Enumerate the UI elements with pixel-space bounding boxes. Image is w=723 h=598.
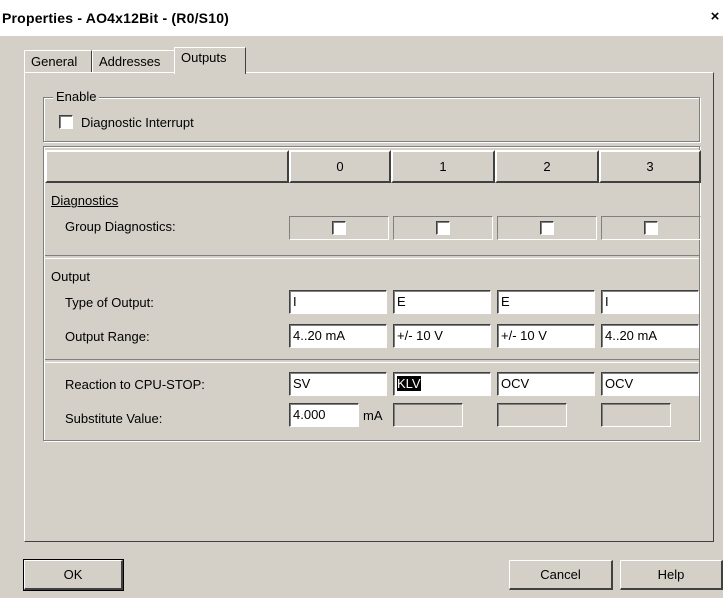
reaction-field-1[interactable]: KLV bbox=[393, 372, 491, 396]
substitute-value-field-3 bbox=[601, 403, 671, 427]
diagnostic-interrupt-checkbox[interactable] bbox=[59, 115, 73, 129]
group-diagnostics-cell-0 bbox=[289, 216, 389, 240]
table-header-corner bbox=[45, 150, 289, 183]
output-range-field-2[interactable]: +/- 10 V bbox=[497, 324, 595, 348]
cancel-button[interactable]: Cancel bbox=[509, 560, 613, 590]
channel-header-2: 2 bbox=[495, 150, 599, 183]
reaction-field-2[interactable]: OCV bbox=[497, 372, 595, 396]
output-range-field-0[interactable]: 4..20 mA bbox=[289, 324, 387, 348]
title-bar: Properties - AO4x12Bit - (R0/S10) × bbox=[0, 0, 723, 36]
type-of-output-field-3[interactable]: I bbox=[601, 290, 699, 314]
window-title: Properties - AO4x12Bit - (R0/S10) bbox=[2, 10, 230, 26]
channel-header-3: 3 bbox=[599, 150, 701, 183]
divider bbox=[45, 255, 699, 259]
group-diagnostics-cell-3 bbox=[601, 216, 701, 240]
divider bbox=[45, 359, 699, 363]
reaction-field-0[interactable]: SV bbox=[289, 372, 387, 396]
diagnostic-interrupt-label: Diagnostic Interrupt bbox=[81, 115, 194, 130]
substitute-value-field-0[interactable]: 4.000 bbox=[289, 403, 359, 427]
channel-header-1: 1 bbox=[391, 150, 495, 183]
substitute-value-field-2 bbox=[497, 403, 567, 427]
reaction-to-cpu-stop-label: Reaction to CPU-STOP: bbox=[65, 377, 205, 392]
tab-outputs[interactable]: Outputs bbox=[174, 47, 246, 74]
output-range-field-3[interactable]: 4..20 mA bbox=[601, 324, 699, 348]
reaction-field-3[interactable]: OCV bbox=[601, 372, 699, 396]
type-of-output-field-2[interactable]: E bbox=[497, 290, 595, 314]
diagnostics-section-label: Diagnostics bbox=[51, 193, 119, 208]
group-diagnostics-checkbox-3[interactable] bbox=[644, 221, 658, 235]
substitute-value-field-1 bbox=[393, 403, 463, 427]
group-diagnostics-cell-1 bbox=[393, 216, 493, 240]
output-range-label: Output Range: bbox=[65, 329, 150, 344]
ok-button[interactable]: OK bbox=[23, 559, 124, 591]
group-diagnostics-cell-2 bbox=[497, 216, 597, 240]
tab-addresses[interactable]: Addresses bbox=[92, 50, 184, 73]
substitute-value-label: Substitute Value: bbox=[65, 411, 163, 426]
group-diagnostics-checkbox-1[interactable] bbox=[436, 221, 450, 235]
output-section-label: Output bbox=[51, 269, 91, 284]
group-diagnostics-checkbox-2[interactable] bbox=[540, 221, 554, 235]
help-button[interactable]: Help bbox=[620, 560, 723, 590]
type-of-output-field-1[interactable]: E bbox=[393, 290, 491, 314]
group-diagnostics-label: Group Diagnostics: bbox=[65, 219, 176, 234]
outputs-panel: Enable Diagnostic Interrupt 0 1 2 3 Diag… bbox=[24, 72, 714, 542]
substitute-unit-label: mA bbox=[363, 408, 383, 423]
tab-general[interactable]: General bbox=[24, 50, 92, 73]
output-range-field-1[interactable]: +/- 10 V bbox=[393, 324, 491, 348]
close-icon[interactable]: × bbox=[707, 9, 723, 26]
type-of-output-field-0[interactable]: I bbox=[289, 290, 387, 314]
type-of-output-label: Type of Output: bbox=[65, 295, 154, 310]
reaction-field-1-selected-text: KLV bbox=[397, 376, 421, 391]
channel-header-0: 0 bbox=[289, 150, 391, 183]
enable-legend: Enable bbox=[53, 89, 100, 104]
group-diagnostics-checkbox-0[interactable] bbox=[332, 221, 346, 235]
